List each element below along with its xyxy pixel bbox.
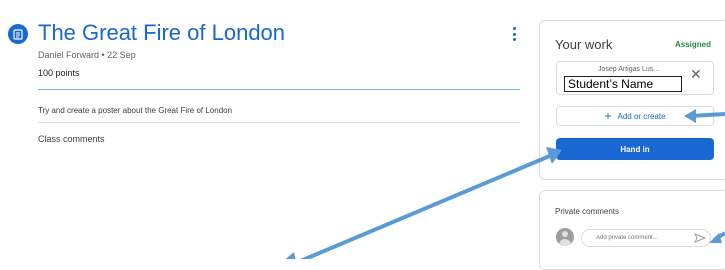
- arrow-tail-head: [285, 252, 296, 259]
- annotation-arrows: [285, 109, 725, 259]
- arrow-to-add-or-create-head: [684, 109, 696, 123]
- arrow-to-hand-in: [299, 153, 553, 259]
